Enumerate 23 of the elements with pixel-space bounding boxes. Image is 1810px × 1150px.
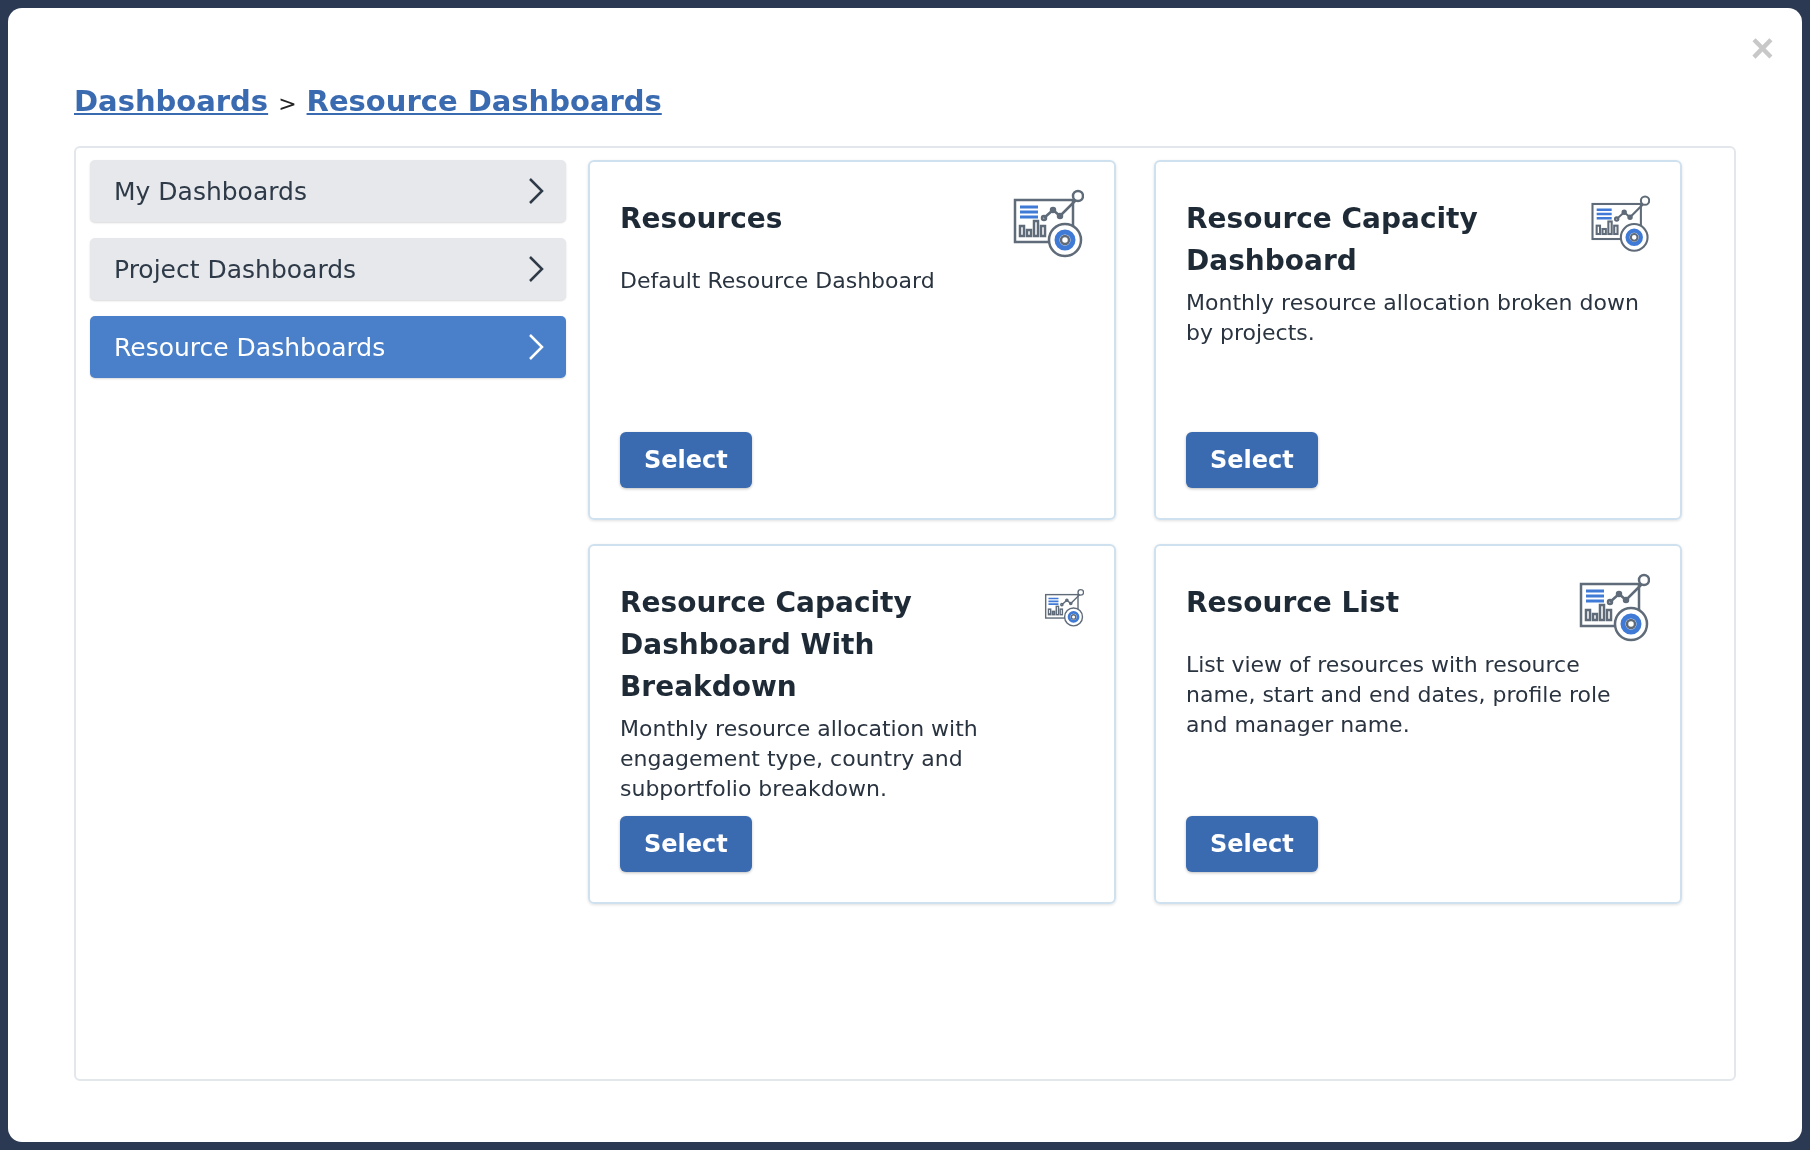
sidebar-item[interactable]: Project Dashboards xyxy=(90,238,566,300)
chevron-right-icon xyxy=(528,333,544,361)
card-description: Monthly resource allocation broken down by projects. xyxy=(1186,289,1640,347)
select-button[interactable]: Select xyxy=(1186,816,1318,872)
sidebar-item[interactable]: Resource Dashboards xyxy=(90,316,566,378)
dashboard-chart-icon xyxy=(1578,572,1650,644)
chevron-right-icon xyxy=(528,255,544,283)
chevron-right-icon xyxy=(528,177,544,205)
card-description: Default Resource Dashboard xyxy=(620,267,936,295)
sidebar-item[interactable]: My Dashboards xyxy=(90,160,566,222)
card-title: Resource List xyxy=(1186,585,1400,621)
breadcrumb-link[interactable]: Dashboards xyxy=(74,84,269,118)
card-description: Monthly resource allocation with engagement type, country and subportfolio breakdown. xyxy=(620,715,979,803)
select-button[interactable]: Select xyxy=(620,432,752,488)
card-title: Resource Capacity Dashboard With Breakdown xyxy=(620,585,913,705)
breadcrumb-link[interactable]: Resource Dashboards xyxy=(306,84,662,118)
card-title: Resource Capacity Dashboard xyxy=(1186,201,1479,279)
select-button[interactable]: Select xyxy=(620,816,752,872)
select-button[interactable]: Select xyxy=(1186,432,1318,488)
card-title: Resources xyxy=(620,201,783,237)
breadcrumb-separator: > xyxy=(278,91,297,116)
dashboard-chart-icon xyxy=(1012,188,1084,260)
card-description: List view of resources with resource name, start and end dates, profile role and manager name. xyxy=(1186,651,1612,739)
